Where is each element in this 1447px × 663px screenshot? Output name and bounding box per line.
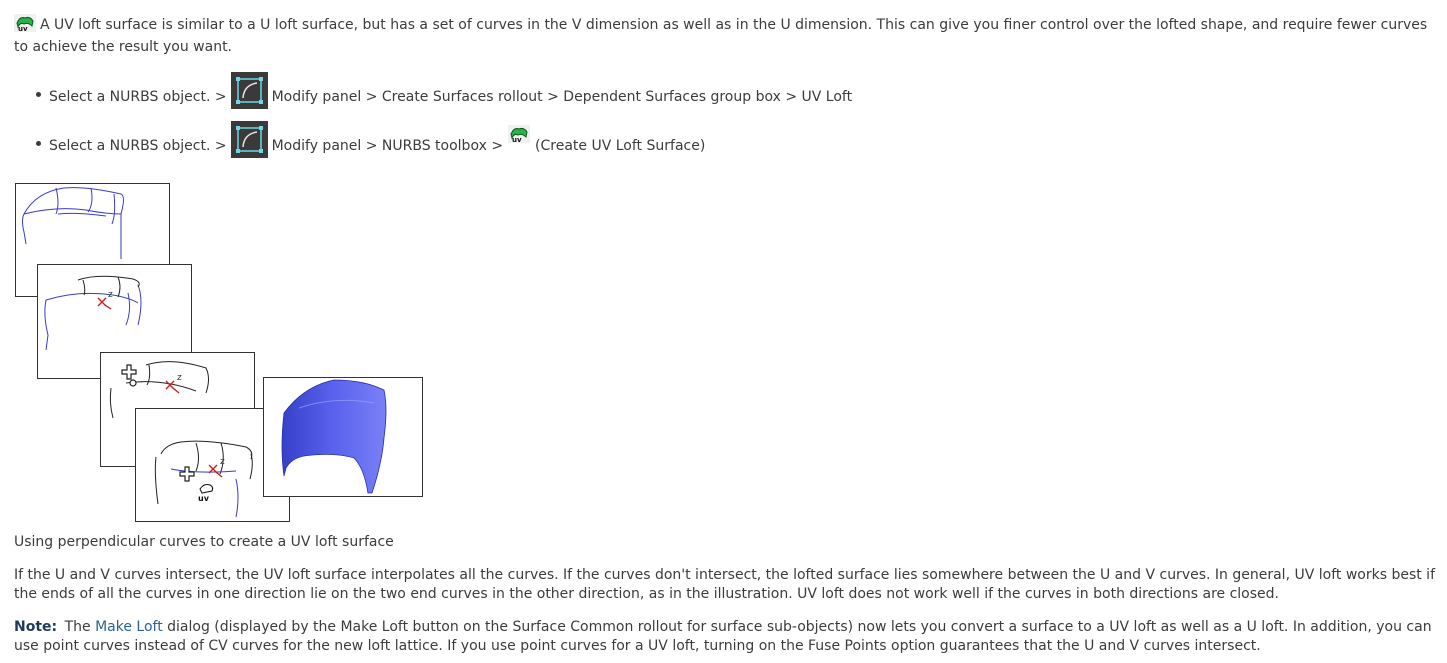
modify-panel-icon[interactable] <box>230 121 268 158</box>
axis-label: z <box>220 457 225 467</box>
uv-loft-surface <box>281 379 387 494</box>
intro-paragraph: uv A UV loft surface is similar to a U l… <box>14 14 1442 57</box>
step-path: Modify panel > Create Surfaces rollout >… <box>271 88 853 105</box>
axis-label: z <box>177 373 182 383</box>
uv-loft-icon[interactable]: uv <box>508 124 531 147</box>
make-loft-link[interactable]: Make Loft <box>95 619 163 635</box>
step-text: Select a NURBS object. > <box>49 88 227 105</box>
svg-text:uv: uv <box>198 494 210 503</box>
step-item: Select a NURBS object. > Modify panel > … <box>35 72 853 109</box>
figure-caption: Using perpendicular curves to create a U… <box>14 534 394 550</box>
note-paragraph: Note: The Make Loft dialog (displayed by… <box>14 618 1439 656</box>
note-label: Note: <box>14 619 58 635</box>
intro-text: A UV loft surface is similar to a U loft… <box>14 17 1428 55</box>
body-paragraph: If the U and V curves intersect, the UV … <box>14 567 1435 602</box>
svg-text:uv: uv <box>18 25 28 32</box>
step-text: Select a NURBS object. > <box>49 137 227 154</box>
axis-label: z <box>108 290 113 300</box>
step-label: (Create UV Loft Surface) <box>535 137 706 154</box>
uv-loft-cursor-icon: uv <box>198 484 214 503</box>
svg-text:uv: uv <box>512 136 522 143</box>
modify-panel-icon[interactable] <box>230 72 268 109</box>
step-item: Select a NURBS object. > Modify panel > … <box>35 121 852 158</box>
uv-loft-icon: uv <box>14 14 36 38</box>
steps-list: Select a NURBS object. > Modify panel > … <box>14 72 852 170</box>
step-path: Modify panel > NURBS toolbox > <box>271 137 504 154</box>
note-text: dialog (displayed by the Make Loft butto… <box>14 619 1432 654</box>
note-pre: The <box>64 619 91 635</box>
figure-frame-result <box>263 377 423 497</box>
